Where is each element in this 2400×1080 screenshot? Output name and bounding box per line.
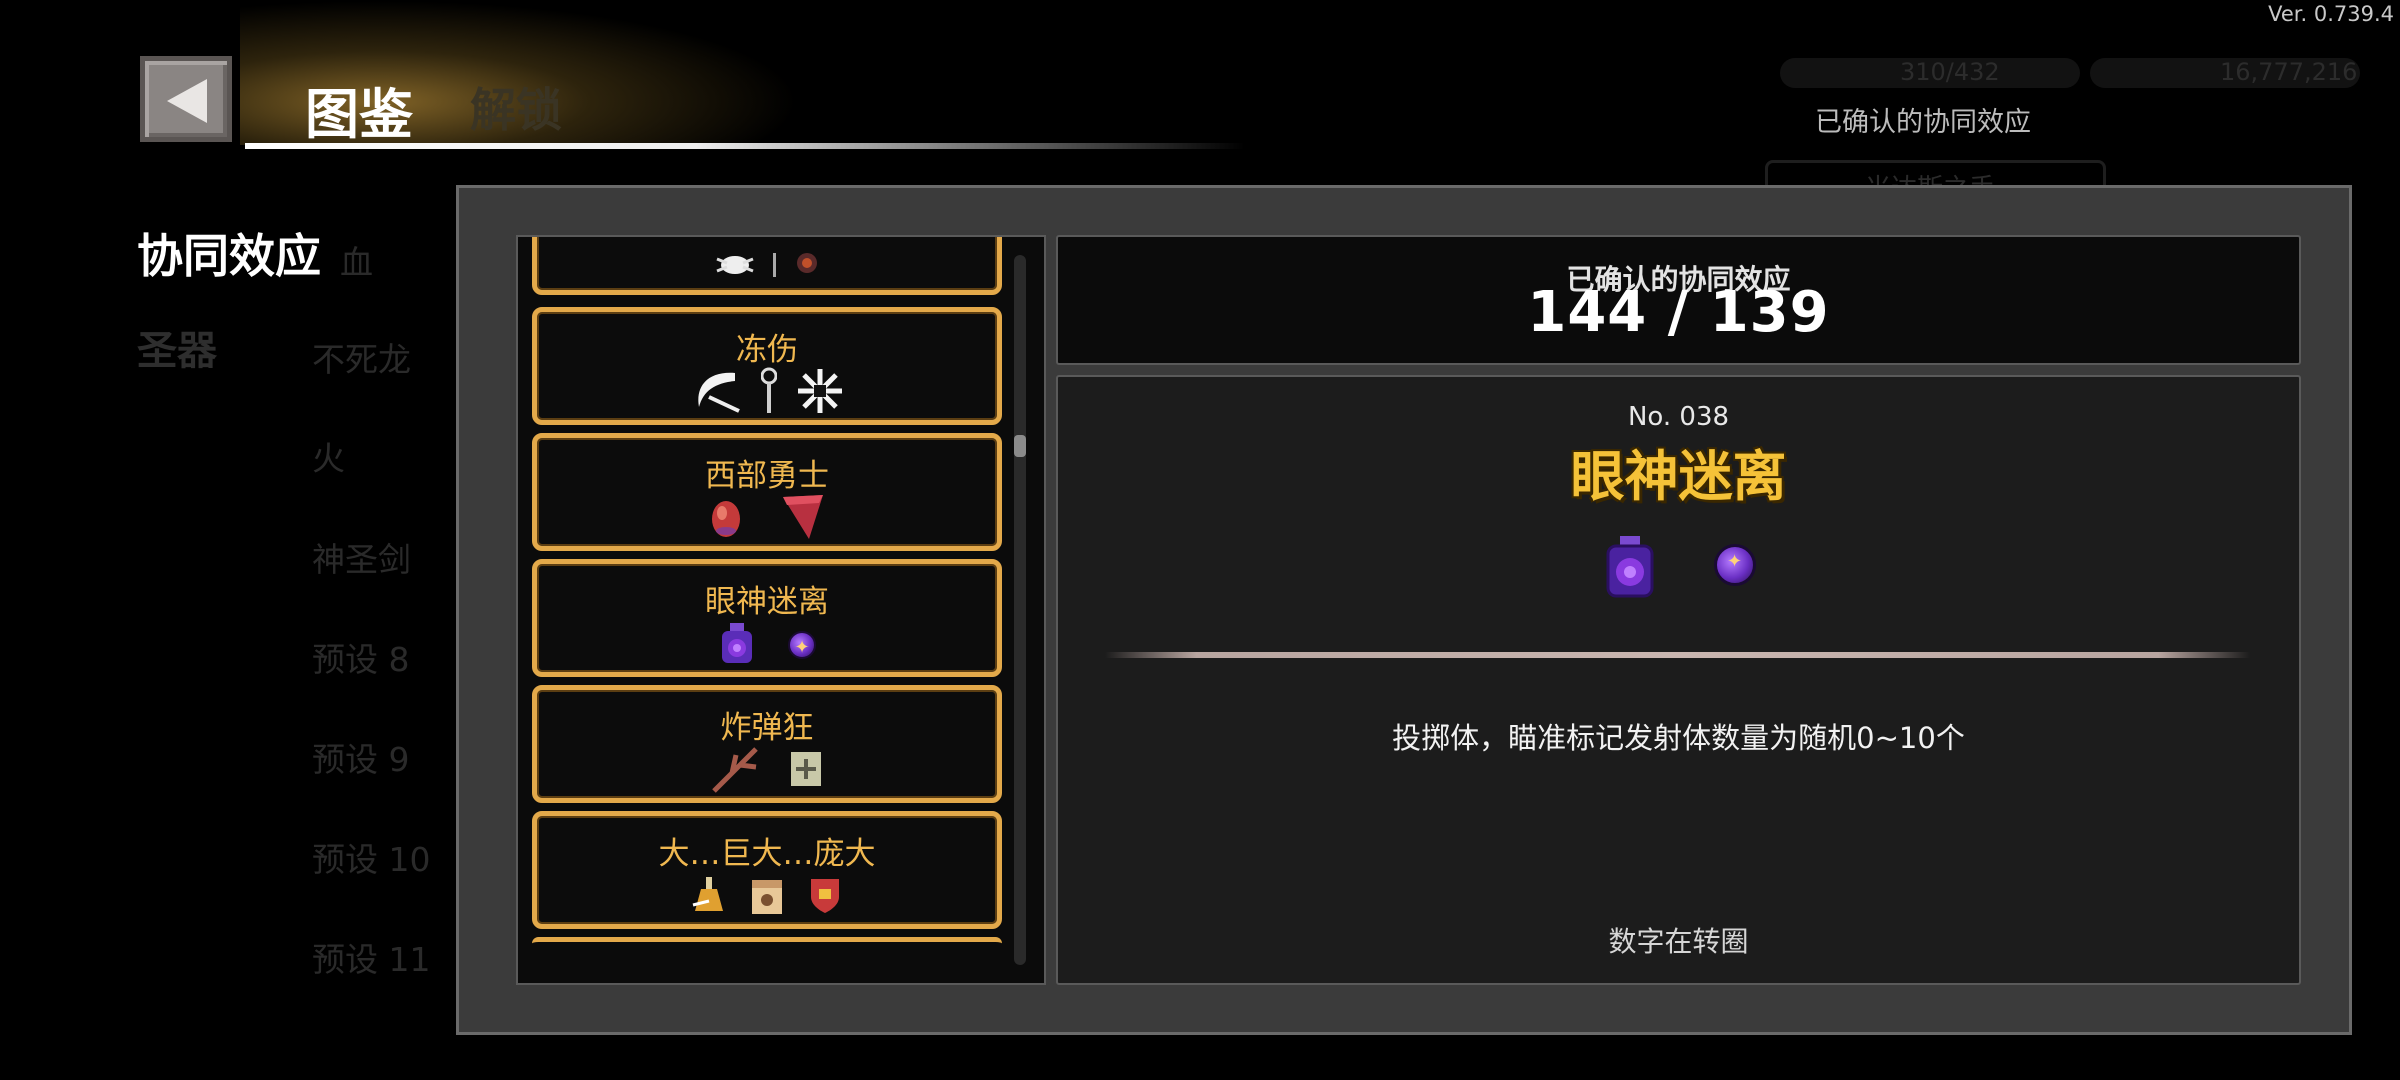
synergy-card[interactable]: 西部勇士 — [532, 433, 1002, 551]
potion-icon — [718, 621, 756, 669]
synergy-number: No. 038 — [1627, 402, 1730, 432]
bandana-icon — [779, 491, 825, 547]
potion-icon — [1602, 534, 1654, 598]
tab-unlock: 解锁 — [470, 83, 562, 137]
preset-item: 神圣剑 — [312, 540, 411, 579]
synergy-card-title: 炸弹狂 — [720, 710, 814, 746]
preset-item: 火 — [312, 439, 345, 478]
preset-item: 预设 10 — [312, 840, 431, 879]
list-scroll-thumb[interactable] — [1014, 435, 1026, 457]
synergy-item-icons — [1056, 525, 2301, 605]
gem-count: 310/432 — [1900, 58, 2000, 86]
page-title: 图鉴 — [305, 83, 413, 146]
sidebar-item-synergy[interactable]: 协同效应 — [137, 220, 321, 286]
list-scrollbar[interactable] — [1014, 255, 1026, 965]
detail-divider — [1105, 652, 2250, 658]
coin-count: 16,777,216 — [2220, 58, 2358, 86]
egg-icon — [709, 495, 743, 543]
back-arrow-icon — [167, 79, 207, 123]
back-button[interactable] — [140, 56, 232, 142]
synergy-description: 投掷体，瞄准标记发射体数量为随机0~10个 — [1392, 721, 1965, 755]
synergy-card-title: 眼神迷离 — [705, 584, 829, 620]
snowflake-icon — [795, 366, 845, 420]
synergy-list[interactable]: 冻伤 西部勇士 眼神迷离 ✦ 炸弹狂 大…巨大…庞大 — [516, 235, 1046, 985]
title-underline — [245, 143, 1245, 149]
sidebar-item-artifact[interactable]: 圣器 — [137, 318, 217, 376]
preset-item: 血 — [340, 243, 373, 282]
confirmed-counter-value: 144 / 139 — [1527, 280, 1830, 345]
synergy-card-title: 冻伤 — [736, 332, 798, 368]
synergy-footer-text: 数字在转圈 — [1608, 925, 1749, 958]
preset-item: 预设 9 — [312, 740, 410, 779]
confirmed-synergy-label: 已确认的协同效应 — [1815, 107, 2031, 138]
paper-bag-icon — [749, 874, 785, 920]
synergy-card-partial[interactable] — [532, 237, 1002, 295]
synergy-name: 眼神迷离 — [1570, 445, 1787, 508]
synergy-card[interactable]: 冻伤 — [532, 307, 1002, 425]
preset-item: 预设 8 — [312, 640, 410, 679]
synergy-card[interactable]: 炸弹狂 — [532, 685, 1002, 803]
shield-icon — [807, 875, 843, 919]
synergy-card-partial-bottom — [532, 937, 1002, 950]
synergy-card-title: 西部勇士 — [705, 458, 829, 494]
purple-orb-icon — [788, 631, 816, 659]
purple-orb-icon — [1713, 544, 1756, 586]
synergy-card[interactable]: 大…巨大…庞大 — [532, 811, 1002, 929]
scroll-icon — [788, 749, 824, 793]
scythe-icon — [689, 367, 743, 419]
lantern-icon — [794, 253, 820, 277]
divider-icon — [772, 253, 776, 277]
synergy-card-title: 大…巨大…庞大 — [658, 836, 876, 872]
synergy-card[interactable]: 眼神迷离 — [532, 559, 1002, 677]
spider-icon — [715, 253, 755, 277]
flask-icon — [691, 875, 727, 919]
version-label: Ver. 0.739.4 — [2268, 2, 2394, 26]
preset-item: 不死龙 — [312, 340, 411, 379]
wand-icon — [760, 366, 778, 420]
branch-icon — [710, 745, 760, 797]
preset-item: 预设 11 — [312, 940, 431, 979]
